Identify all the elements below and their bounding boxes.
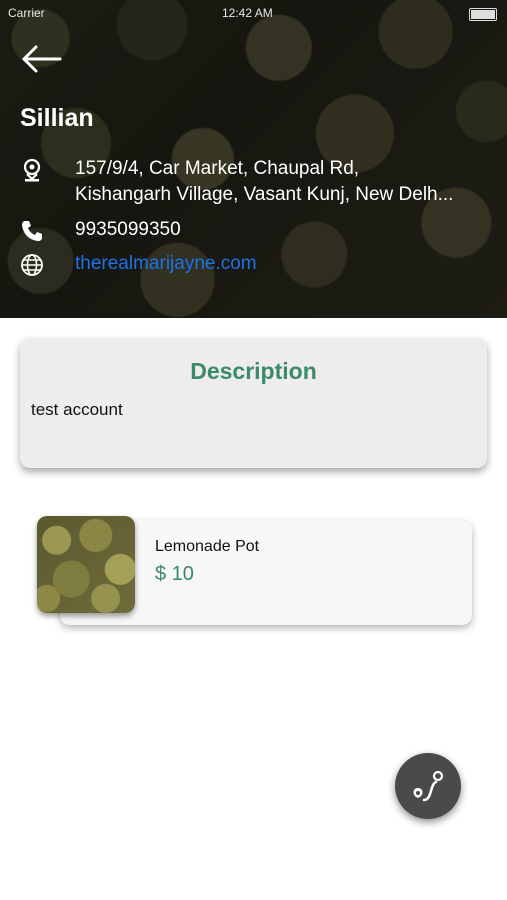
status-bar: Carrier 12:42 AM (0, 6, 507, 22)
carrier-label: Carrier (8, 6, 45, 20)
description-title: Description (190, 358, 317, 384)
back-arrow-icon (22, 45, 62, 73)
description-text: test account (31, 400, 123, 419)
product-price: $ 10 (155, 563, 194, 585)
product-image[interactable] (37, 516, 135, 613)
location-pin-icon (23, 158, 41, 182)
address-line-1: 157/9/4, Car Market, Chaupal Rd, (75, 158, 360, 179)
battery-icon (469, 8, 497, 21)
website-link[interactable]: therealmarijayne.com (75, 253, 257, 275)
back-button[interactable] (20, 44, 62, 74)
shop-name: Sillian (20, 104, 94, 132)
description-card: Description test account (20, 338, 487, 468)
status-time: 12:42 AM (222, 6, 273, 20)
directions-button[interactable] (395, 753, 461, 819)
phone-icon (22, 221, 42, 241)
phone-number[interactable]: 9935099350 (75, 219, 181, 241)
address-line-2: Kishangarh Village, Vasant Kunj, New Del… (75, 184, 454, 205)
globe-icon (21, 254, 43, 276)
route-icon (413, 770, 444, 802)
product-name[interactable]: Lemonade Pot (155, 538, 259, 556)
